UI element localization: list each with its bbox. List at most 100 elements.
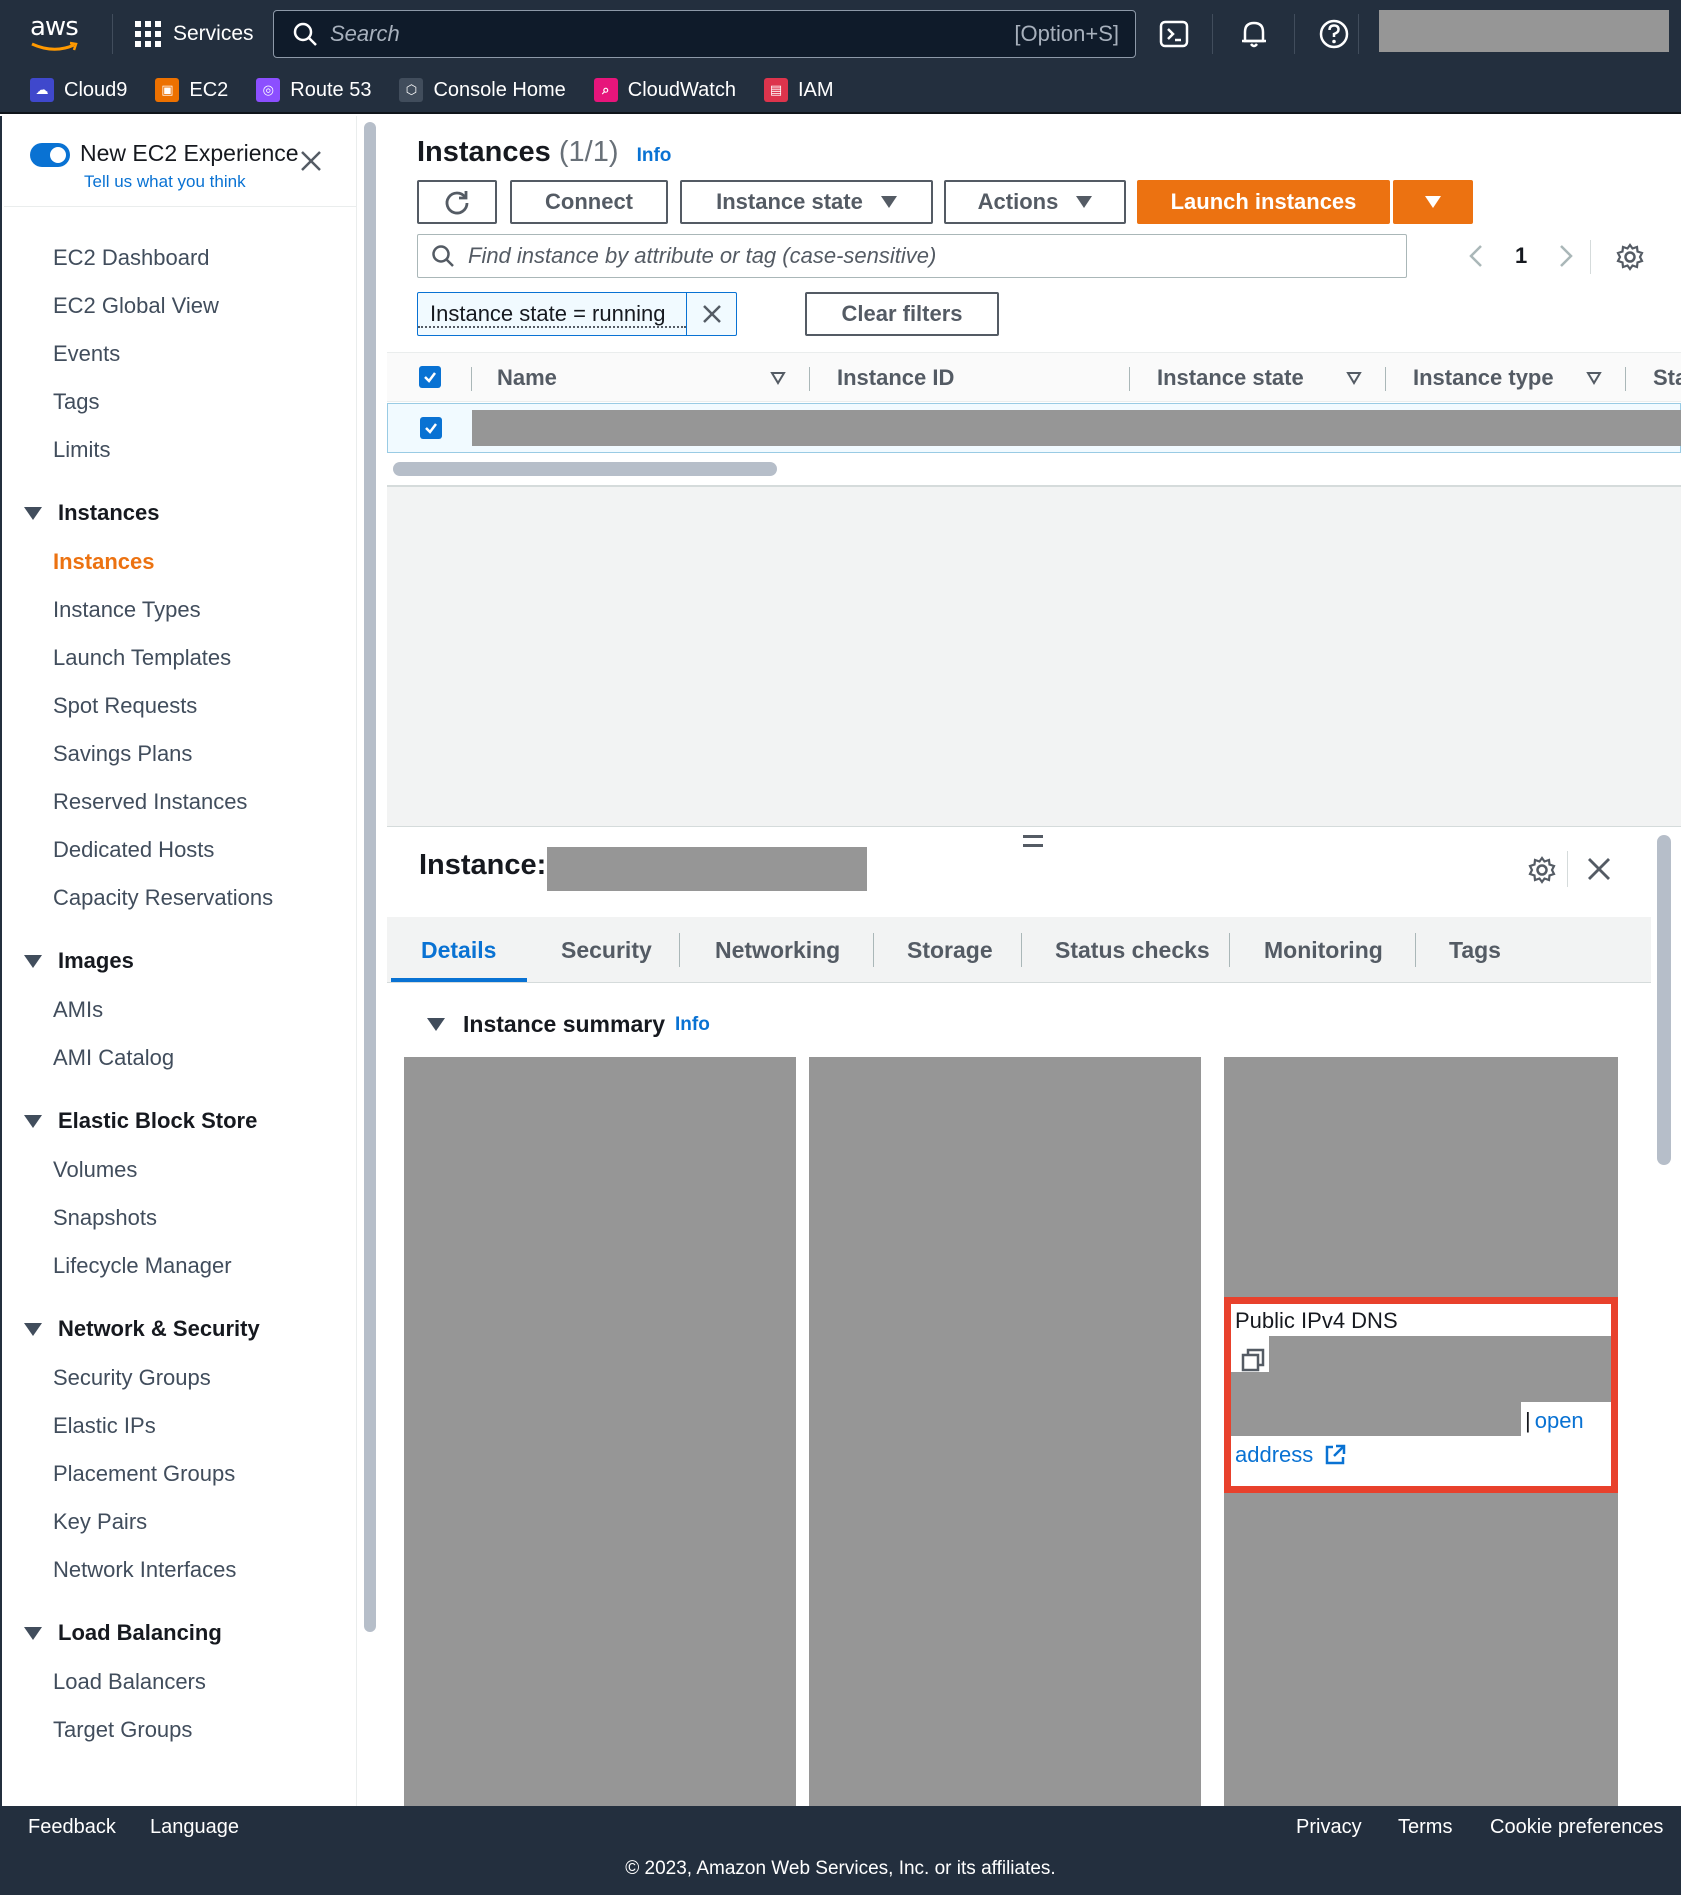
sidebar-item-snapshots[interactable]: Snapshots bbox=[2, 1194, 356, 1242]
clear-filters-button[interactable]: Clear filters bbox=[805, 292, 999, 336]
column-header-instance-state[interactable]: Instance state bbox=[1157, 353, 1304, 403]
favorite-cloudwatch[interactable]: ⌕ CloudWatch bbox=[593, 78, 736, 102]
column-header-status[interactable]: Sta bbox=[1653, 353, 1681, 403]
favorite-route53[interactable]: ◎ Route 53 bbox=[256, 78, 371, 102]
new-experience-toggle[interactable] bbox=[30, 143, 70, 167]
search-input[interactable]: Search [Option+S] bbox=[273, 10, 1136, 58]
gear-icon[interactable] bbox=[1527, 855, 1557, 885]
sidebar-item-reserved-instances[interactable]: Reserved Instances bbox=[2, 778, 356, 826]
privacy-link[interactable]: Privacy bbox=[1296, 1816, 1362, 1839]
cookie-preferences-link[interactable]: Cookie preferences bbox=[1490, 1816, 1663, 1839]
sidebar-item-savings-plans[interactable]: Savings Plans bbox=[2, 730, 356, 778]
launch-instances-button[interactable]: Launch instances bbox=[1137, 180, 1390, 224]
sidebar-item-ec2-global-view[interactable]: EC2 Global View bbox=[2, 282, 356, 330]
sidebar-group-elastic-block-store[interactable]: Elastic Block Store bbox=[2, 1096, 356, 1146]
tab-monitoring[interactable]: Monitoring bbox=[1264, 917, 1383, 983]
sidebar-item-capacity-reservations[interactable]: Capacity Reservations bbox=[2, 874, 356, 922]
sidebar-item-instances[interactable]: Instances bbox=[2, 538, 356, 586]
sidebar-item-security-groups[interactable]: Security Groups bbox=[2, 1354, 356, 1402]
favorite-console-home[interactable]: ⬡ Console Home bbox=[399, 78, 566, 102]
sidebar-item-ec2-dashboard[interactable]: EC2 Dashboard bbox=[2, 234, 356, 282]
sidebar-scrollbar[interactable] bbox=[364, 122, 376, 1632]
cloudshell-icon[interactable] bbox=[1156, 16, 1192, 52]
terms-link[interactable]: Terms bbox=[1398, 1816, 1452, 1839]
favorite-label: IAM bbox=[797, 78, 834, 101]
chevron-right-icon[interactable] bbox=[1557, 243, 1575, 269]
instance-summary-header[interactable]: Instance summary Info bbox=[427, 1011, 710, 1038]
sidebar-item-volumes[interactable]: Volumes bbox=[2, 1146, 356, 1194]
services-menu-button[interactable]: Services bbox=[135, 16, 254, 52]
sidebar-item-spot-requests[interactable]: Spot Requests bbox=[2, 682, 356, 730]
sidebar-item-elastic-ips[interactable]: Elastic IPs bbox=[2, 1402, 356, 1450]
favorite-cloud9[interactable]: ☁ Cloud9 bbox=[30, 78, 127, 102]
copy-icon[interactable] bbox=[1239, 1346, 1267, 1374]
grid-icon bbox=[135, 21, 161, 47]
sidebar-item-events[interactable]: Events bbox=[2, 330, 356, 378]
sidebar-group-network-security[interactable]: Network & Security bbox=[2, 1304, 356, 1354]
favorite-ec2[interactable]: ▣ EC2 bbox=[155, 78, 228, 102]
filter-token[interactable]: Instance state = running bbox=[417, 292, 737, 336]
sidebar-item-amis[interactable]: AMIs bbox=[2, 986, 356, 1034]
sidebar-group-images[interactable]: Images bbox=[2, 936, 356, 986]
sidebar-item-load-balancers[interactable]: Load Balancers bbox=[2, 1658, 356, 1706]
info-link[interactable]: Info bbox=[637, 145, 672, 166]
tab-details[interactable]: Details bbox=[421, 917, 496, 983]
open-address-link[interactable]: | open bbox=[1525, 1408, 1584, 1434]
table-row[interactable] bbox=[387, 403, 1681, 453]
sidebar-item-ami-catalog[interactable]: AMI Catalog bbox=[2, 1034, 356, 1082]
tab-storage[interactable]: Storage bbox=[907, 917, 993, 983]
tab-status-checks[interactable]: Status checks bbox=[1055, 917, 1210, 983]
caret-down-icon bbox=[24, 1626, 42, 1640]
sort-down-icon[interactable] bbox=[769, 369, 787, 387]
feedback-link[interactable]: Feedback bbox=[28, 1816, 116, 1839]
connect-button[interactable]: Connect bbox=[510, 180, 668, 224]
feedback-link[interactable]: Tell us what you think bbox=[84, 172, 246, 192]
launch-instances-dropdown[interactable] bbox=[1393, 180, 1473, 224]
sidebar-item-key-pairs[interactable]: Key Pairs bbox=[2, 1498, 356, 1546]
tab-networking[interactable]: Networking bbox=[715, 917, 840, 983]
current-page[interactable]: 1 bbox=[1515, 243, 1527, 269]
sidebar-item-lifecycle-manager[interactable]: Lifecycle Manager bbox=[2, 1242, 356, 1290]
help-icon[interactable] bbox=[1316, 16, 1352, 52]
language-link[interactable]: Language bbox=[150, 1816, 239, 1839]
instance-filter-input[interactable]: Find instance by attribute or tag (case-… bbox=[417, 234, 1407, 278]
account-menu-redacted[interactable] bbox=[1379, 10, 1669, 52]
row-checkbox[interactable] bbox=[420, 417, 442, 439]
select-all-checkbox[interactable] bbox=[419, 366, 441, 388]
sidebar-group-instances[interactable]: Instances bbox=[2, 488, 356, 538]
column-separator bbox=[1129, 367, 1130, 391]
refresh-button[interactable] bbox=[417, 180, 497, 224]
sort-down-icon[interactable] bbox=[1345, 369, 1363, 387]
table-horizontal-scrollbar[interactable] bbox=[393, 462, 777, 476]
sidebar-item-limits[interactable]: Limits bbox=[2, 426, 356, 474]
aws-logo[interactable]: aws bbox=[30, 14, 88, 54]
sort-down-icon[interactable] bbox=[1585, 369, 1603, 387]
close-icon[interactable] bbox=[298, 148, 324, 174]
tab-security[interactable]: Security bbox=[561, 917, 652, 983]
column-header-name[interactable]: Name bbox=[497, 353, 557, 403]
details-vertical-scrollbar[interactable] bbox=[1657, 835, 1671, 1165]
remove-filter-button[interactable] bbox=[686, 293, 736, 335]
instance-state-button[interactable]: Instance state bbox=[680, 180, 933, 224]
sidebar-item-dedicated-hosts[interactable]: Dedicated Hosts bbox=[2, 826, 356, 874]
column-header-instance-type[interactable]: Instance type bbox=[1413, 353, 1554, 403]
tab-tags[interactable]: Tags bbox=[1449, 917, 1501, 983]
open-address-link[interactable]: address bbox=[1235, 1442, 1347, 1468]
sidebar-item-tags[interactable]: Tags bbox=[2, 378, 356, 426]
actions-button[interactable]: Actions bbox=[944, 180, 1126, 224]
resize-handle-icon[interactable] bbox=[1023, 835, 1043, 847]
sidebar-item-instance-types[interactable]: Instance Types bbox=[2, 586, 356, 634]
gear-icon[interactable] bbox=[1615, 242, 1645, 272]
sidebar-item-placement-groups[interactable]: Placement Groups bbox=[2, 1450, 356, 1498]
sidebar-item-network-interfaces[interactable]: Network Interfaces bbox=[2, 1546, 356, 1594]
sidebar-item-target-groups[interactable]: Target Groups bbox=[2, 1706, 356, 1754]
sidebar-group-load-balancing[interactable]: Load Balancing bbox=[2, 1608, 356, 1658]
bell-icon[interactable] bbox=[1236, 16, 1272, 52]
filter-token-label[interactable]: Instance state = running bbox=[418, 302, 686, 328]
favorite-iam[interactable]: ▤ IAM bbox=[763, 78, 834, 102]
chevron-left-icon[interactable] bbox=[1467, 243, 1485, 269]
column-header-instance-id[interactable]: Instance ID bbox=[837, 353, 954, 403]
info-link[interactable]: Info bbox=[675, 1014, 710, 1036]
close-icon[interactable] bbox=[1585, 855, 1613, 883]
sidebar-item-launch-templates[interactable]: Launch Templates bbox=[2, 634, 356, 682]
